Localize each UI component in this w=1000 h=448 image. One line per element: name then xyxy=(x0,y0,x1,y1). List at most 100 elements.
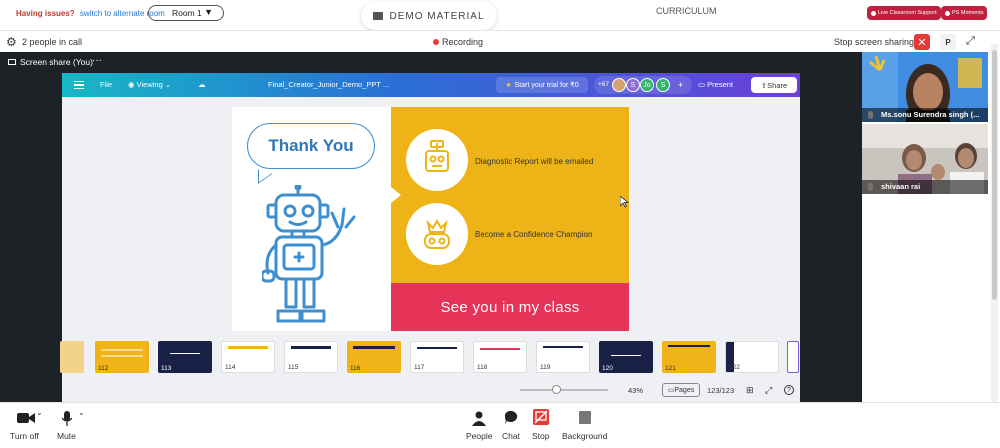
gear-icon[interactable]: ⚙ xyxy=(6,35,17,49)
viewing-menu[interactable]: ◉ Viewing ⌄ xyxy=(128,80,171,89)
collaborator-count: +67 xyxy=(598,81,610,88)
background-icon[interactable] xyxy=(579,411,591,424)
zoom-slider-track[interactable] xyxy=(520,389,608,391)
participant-tile[interactable]: shivaan rai xyxy=(862,124,988,194)
zoom-slider-handle[interactable] xyxy=(552,385,561,394)
slide-thumbnail[interactable]: 114 xyxy=(221,341,275,373)
canva-window: File ◉ Viewing ⌄ ☁ Final_Creator_Junior_… xyxy=(60,73,800,402)
stop-sharing-close-icon[interactable]: ✕ xyxy=(914,34,930,50)
screen-share-label: Screen share (You) xyxy=(8,57,93,67)
camera-icon[interactable] xyxy=(17,411,35,425)
start-trial-button[interactable]: ★ Start your trial for ₹0 xyxy=(496,77,588,93)
thumbnail-content xyxy=(291,346,331,349)
thumbnail-content xyxy=(353,346,395,349)
monitor-icon xyxy=(8,59,16,65)
pages-button[interactable]: ▭ Pages xyxy=(662,383,700,397)
slide-thumbnail[interactable]: 121 xyxy=(662,341,716,373)
thumbnail-content xyxy=(668,345,710,347)
mute-label[interactable]: Mute xyxy=(57,431,76,441)
live-support-button[interactable]: Live Classroom Support xyxy=(867,6,941,20)
thumbnail-content xyxy=(170,353,200,354)
thumbnail-number: 118 xyxy=(477,364,488,371)
stop-screen-sharing-label[interactable]: Stop screen sharing xyxy=(834,37,914,47)
thumbnail-number: 113 xyxy=(161,365,172,372)
slide-right-panel: Diagnostic Report will be emailed Become… xyxy=(391,107,629,283)
ps-moments-label: PS Moments xyxy=(952,10,984,16)
page-count: 123/123 xyxy=(707,386,735,395)
mic-options-chevron-icon[interactable]: ⌄ xyxy=(78,408,85,417)
thumbnail-number: 121 xyxy=(665,365,676,372)
thumbnail-number: 120 xyxy=(602,365,613,372)
thumbnail-number: 116 xyxy=(350,365,361,372)
slide-thumbnail[interactable] xyxy=(60,341,84,373)
present-button[interactable]: ▭ Present xyxy=(698,80,733,89)
support-icon xyxy=(871,10,876,16)
help-icon[interactable]: ? xyxy=(784,385,794,395)
mic-control-icon[interactable] xyxy=(62,411,72,426)
thumbnail-content xyxy=(480,348,520,350)
slide-thumbnail-current[interactable] xyxy=(787,341,799,373)
slide-thumbnail[interactable]: 115 xyxy=(284,341,338,373)
fullscreen-icon[interactable]: ⤢ xyxy=(966,35,975,48)
slide-thumbnail[interactable]: 116 xyxy=(347,341,401,373)
recording-label: Recording xyxy=(442,37,484,47)
slide-footer: See you in my class xyxy=(391,283,629,331)
top-bar: Having issues? switch to alternate room … xyxy=(0,0,1000,30)
thank-you-bubble: Thank You xyxy=(247,123,375,169)
collaborator-avatar-photo xyxy=(612,78,626,92)
slide-thumbnail[interactable]: 120 xyxy=(599,341,653,373)
slide-thumbnail[interactable]: 112 xyxy=(95,341,149,373)
stop-share-icon[interactable] xyxy=(533,409,549,425)
screen-share-tab: Screen share (You) ··· xyxy=(0,52,862,72)
background-label[interactable]: Background xyxy=(562,431,607,441)
bottom-control-bar: ⌄ Turn off ⌄ Mute People Chat Stop Backg… xyxy=(0,402,1000,448)
share-button[interactable]: ⇪ Share xyxy=(751,77,797,93)
collaborators[interactable]: +67 S Jo S + xyxy=(594,76,692,94)
participant-tile[interactable]: Ms.sonu Surendra singh (... xyxy=(862,52,988,122)
file-menu[interactable]: File xyxy=(100,80,112,89)
viewing-label: Viewing xyxy=(136,80,163,89)
call-bar: ⚙ 2 people in call Recording Stop screen… xyxy=(0,30,1000,52)
collaborator-avatar: Jo xyxy=(640,78,654,92)
pin-button[interactable]: P xyxy=(940,34,956,50)
cloud-sync-icon[interactable]: ☁ xyxy=(198,80,206,89)
document-filename[interactable]: Final_Creator_Junior_Demo_PPT ... xyxy=(268,80,389,89)
report-icon xyxy=(425,140,449,172)
grid-view-icon[interactable]: ⊞ xyxy=(746,385,754,396)
add-collaborator-button[interactable]: + xyxy=(678,80,683,90)
people-icon[interactable] xyxy=(472,411,486,426)
curriculum-tab[interactable]: CURRICULUM xyxy=(656,6,717,16)
slide-thumbnail[interactable]: 118 xyxy=(473,341,527,373)
ps-moments-button[interactable]: PS Moments xyxy=(941,6,988,20)
slide-thumbnails: 112 113 114 115 116 117 118 119 120 121 … xyxy=(60,341,800,375)
share-label: Share xyxy=(767,80,788,90)
demo-material-button[interactable]: DEMO MATERIAL xyxy=(361,2,497,30)
canva-footer: 43% ▭ Pages 123/123 ⊞ ⤢ ? xyxy=(62,378,800,402)
scrollbar-thumb[interactable] xyxy=(992,50,997,300)
people-in-call: 2 people in call xyxy=(22,37,83,47)
slide-thumbnail[interactable]: 122 xyxy=(725,341,779,373)
room-select-value: Room 1 xyxy=(172,8,202,18)
thumbnail-number: 122 xyxy=(729,364,740,371)
fullscreen-canva-icon[interactable]: ⤢ xyxy=(765,385,772,396)
slide-thumbnail[interactable]: 119 xyxy=(536,341,590,373)
thumbnail-content xyxy=(417,347,457,349)
folder-icon xyxy=(373,12,384,20)
room-select[interactable]: Room 1 ▼ xyxy=(148,5,224,21)
live-support-label: Live Classroom Support xyxy=(878,10,937,16)
people-label[interactable]: People xyxy=(466,431,492,441)
chat-icon[interactable] xyxy=(505,411,518,424)
chat-label[interactable]: Chat xyxy=(502,431,520,441)
zoom-level[interactable]: 43% xyxy=(628,386,643,395)
participants-scrollbar[interactable] xyxy=(991,44,998,404)
collaborator-avatar: S xyxy=(656,78,670,92)
menu-icon[interactable] xyxy=(74,81,84,89)
slide-thumbnail[interactable]: 113 xyxy=(158,341,212,373)
camera-options-chevron-icon[interactable]: ⌄ xyxy=(36,408,43,417)
slide-thumbnail[interactable]: 117 xyxy=(410,341,464,373)
caret-down-icon: ▼ xyxy=(204,7,213,17)
turn-off-camera-label[interactable]: Turn off xyxy=(10,431,39,441)
thumbnail-content xyxy=(101,355,143,357)
more-options-icon[interactable]: ··· xyxy=(92,55,102,66)
stop-label[interactable]: Stop xyxy=(532,431,550,441)
